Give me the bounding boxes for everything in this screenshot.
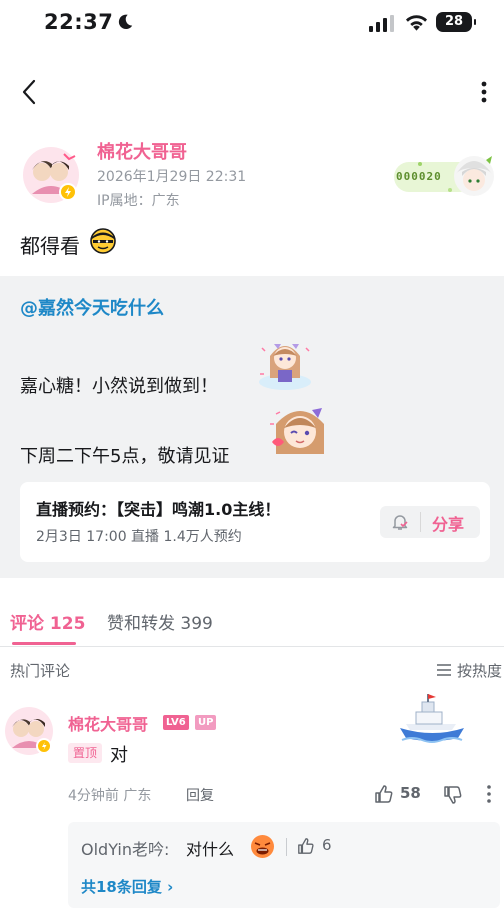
repost-text-line1: 嘉心糖！小然说到做到！	[20, 376, 218, 397]
moon-icon	[118, 14, 133, 30]
fan-badge-number: 000020	[396, 170, 442, 183]
active-tab-indicator	[12, 642, 76, 645]
comment-text: 对	[110, 745, 128, 766]
sub-like-count: 6	[322, 836, 332, 854]
live-title: 直播预约：【突击】鸣潮1.0主线！	[36, 500, 281, 519]
pinned-badge: 置顶	[68, 743, 103, 763]
post-time: 2026年1月29日 22:31	[97, 169, 247, 185]
thumbs-up-icon[interactable]	[374, 784, 394, 804]
comment-author-name[interactable]: 棉花大哥哥	[68, 711, 148, 735]
up-badge: UP	[195, 715, 217, 730]
hot-comments-title: 热门评论	[10, 662, 71, 680]
sort-by-hot-button[interactable]: 按热度	[457, 660, 502, 681]
tabs-divider	[0, 646, 504, 647]
comment-avatar[interactable]	[4, 706, 54, 756]
bell-check-icon	[392, 515, 408, 530]
sub-reply-text: 对什么	[186, 840, 235, 859]
repost-text-line2: 下周二下午5点，敬请见证	[20, 446, 230, 467]
post-ip-location: IP属地：广东	[97, 193, 180, 209]
reply-button[interactable]: 回复	[186, 785, 214, 805]
sub-replies-box[interactable]: OldYin老吟: 对什么 6 共18条回复 ›	[68, 822, 500, 908]
anime-girl-sticker	[259, 344, 311, 390]
live-reservation-card[interactable]: 直播预约：【突击】鸣潮1.0主线！ 2月3日 17:00 直播 1.4万人预约 …	[20, 482, 490, 562]
signal-icon	[369, 15, 394, 32]
comment-more-icon[interactable]	[482, 783, 496, 805]
live-meta: 2月3日 17:00 直播 1.4万人预约	[36, 529, 242, 545]
thumbs-down-icon[interactable]	[443, 785, 463, 805]
post-text: 都得看	[20, 234, 80, 258]
like-count: 58	[400, 784, 421, 802]
back-arrow-icon[interactable]	[16, 76, 44, 108]
tab-comments[interactable]: 评论 125	[10, 609, 85, 634]
repost-mention[interactable]: @嘉然今天吃什么	[20, 294, 164, 320]
more-vertical-icon[interactable]	[474, 76, 494, 108]
face-emoji-icon	[90, 228, 116, 254]
button-divider	[420, 512, 421, 532]
tab-likes-reposts[interactable]: 赞和转发 399	[107, 609, 213, 634]
comment-meta: 4分钟前 广东	[68, 788, 152, 804]
winking-girl-sticker	[270, 408, 324, 454]
status-time: 22:37	[44, 10, 114, 34]
sub-divider	[286, 838, 287, 856]
sort-icon[interactable]	[436, 662, 452, 678]
level-badge: LV6	[163, 715, 189, 730]
angry-face-emoji-icon	[251, 835, 274, 858]
share-label: 分享	[432, 515, 465, 534]
sub-reply-author[interactable]: OldYin老吟:	[81, 836, 169, 860]
wifi-icon	[405, 15, 428, 31]
live-share-button[interactable]: 分享	[380, 506, 480, 538]
author-name[interactable]: 棉花大哥哥	[97, 138, 187, 164]
view-all-replies-link[interactable]: 共18条回复 ›	[81, 876, 173, 897]
ship-decoration	[400, 694, 464, 743]
thumbs-up-icon[interactable]	[297, 837, 315, 855]
author-avatar[interactable]	[22, 146, 80, 204]
battery-indicator: 28	[436, 12, 476, 32]
status-bar: 22:37 28	[0, 0, 504, 46]
